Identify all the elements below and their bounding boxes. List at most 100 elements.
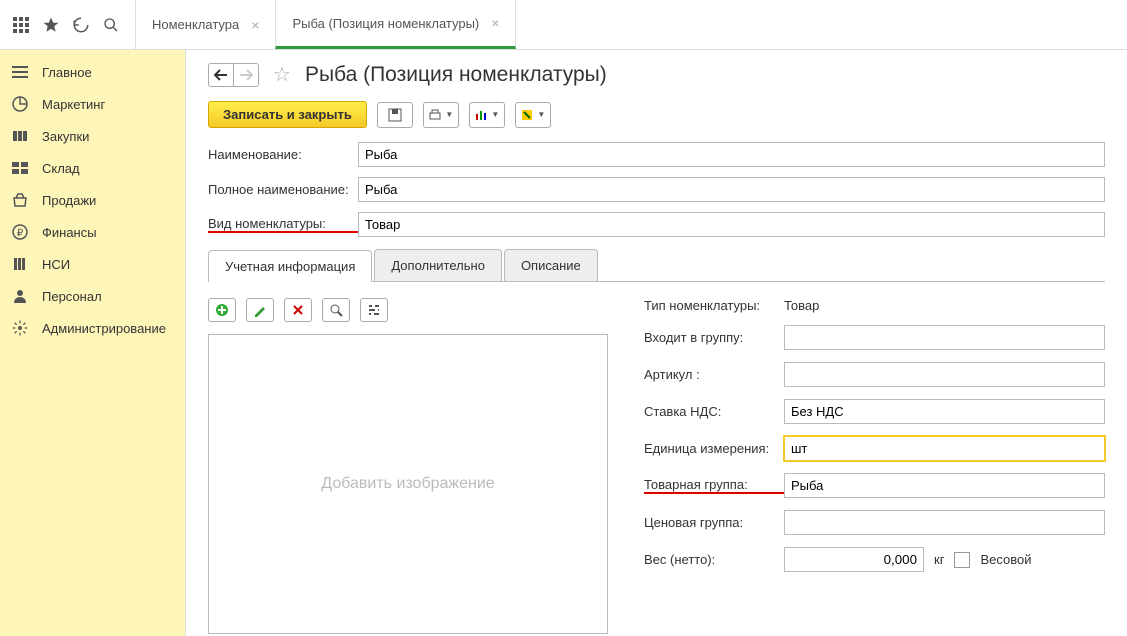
prodgroup-input[interactable]: [784, 473, 1105, 498]
search-icon[interactable]: [96, 10, 126, 40]
prop-row-type: Тип номенклатуры: Товар: [644, 298, 1105, 313]
weight-input[interactable]: [784, 547, 924, 572]
person-icon: [12, 288, 32, 304]
subtab-accounting[interactable]: Учетная информация: [208, 250, 372, 282]
pricegroup-input[interactable]: [784, 510, 1105, 535]
action-bar: Записать и закрыть ▼ ▼ ▼: [208, 101, 1105, 128]
content: ☆ Рыба (Позиция номенклатуры) Записать и…: [186, 50, 1127, 636]
add-button[interactable]: [208, 298, 236, 322]
article-label: Артикул :: [644, 367, 784, 382]
weight-label: Вес (нетто):: [644, 552, 784, 567]
unit-input[interactable]: [784, 436, 1105, 461]
subtab-additional[interactable]: Дополнительно: [374, 249, 502, 281]
article-input[interactable]: [784, 362, 1105, 387]
weight-checkbox[interactable]: [954, 552, 970, 568]
zoom-button[interactable]: [322, 298, 350, 322]
group-input[interactable]: [784, 325, 1105, 350]
vat-input[interactable]: [784, 399, 1105, 424]
sidebar-item-warehouse[interactable]: Склад: [0, 152, 185, 184]
close-icon[interactable]: ×: [251, 17, 259, 33]
kind-label: Вид номенклатуры:: [208, 216, 358, 233]
page-title: Рыба (Позиция номенклатуры): [305, 63, 607, 87]
subtab-description[interactable]: Описание: [504, 249, 598, 281]
basket-icon: [12, 192, 32, 208]
type-value: Товар: [784, 298, 1105, 313]
sidebar-item-label: Администрирование: [42, 321, 166, 336]
form-row-fullname: Полное наименование:: [208, 177, 1105, 202]
tab-label: Номенклатура: [152, 17, 239, 32]
right-panel: Тип номенклатуры: Товар Входит в группу:…: [624, 298, 1105, 634]
history-icon[interactable]: [66, 10, 96, 40]
header-row: ☆ Рыба (Позиция номенклатуры): [208, 62, 1105, 87]
topbar: Номенклатура × Рыба (Позиция номенклатур…: [0, 0, 1127, 50]
sidebar-item-label: НСИ: [42, 257, 70, 272]
prop-row-unit: Единица измерения:: [644, 436, 1105, 461]
sidebar-item-finance[interactable]: ₽ Финансы: [0, 216, 185, 248]
subtabs: Учетная информация Дополнительно Описани…: [208, 249, 1105, 282]
pricegroup-label: Ценовая группа:: [644, 515, 784, 530]
sidebar-item-label: Склад: [42, 161, 80, 176]
grid-icon: [12, 160, 32, 176]
fullname-label: Полное наименование:: [208, 182, 358, 197]
close-icon[interactable]: ×: [491, 15, 499, 31]
mini-toolbar: [208, 298, 624, 322]
prop-row-vat: Ставка НДС:: [644, 399, 1105, 424]
ruble-icon: ₽: [12, 224, 32, 240]
tab-nomenclature[interactable]: Номенклатура ×: [135, 0, 276, 49]
top-tabs: Номенклатура × Рыба (Позиция номенклатур…: [136, 0, 516, 49]
sidebar-item-sales[interactable]: Продажи: [0, 184, 185, 216]
kind-input[interactable]: [358, 212, 1105, 237]
favorite-star-icon[interactable]: ☆: [273, 62, 291, 87]
tab-content: Добавить изображение Тип номенклатуры: Т…: [208, 282, 1105, 634]
apps-icon[interactable]: [6, 10, 36, 40]
gear-icon: [12, 320, 32, 336]
fullname-input[interactable]: [358, 177, 1105, 202]
sidebar-item-personnel[interactable]: Персонал: [0, 280, 185, 312]
sidebar-item-marketing[interactable]: Маркетинг: [0, 88, 185, 120]
form-row-kind: Вид номенклатуры:: [208, 212, 1105, 237]
sidebar-item-label: Маркетинг: [42, 97, 105, 112]
back-button[interactable]: [208, 63, 234, 87]
weight-checkbox-label: Весовой: [980, 552, 1031, 567]
svg-text:₽: ₽: [17, 228, 24, 239]
prop-row-article: Артикул :: [644, 362, 1105, 387]
prop-row-prodgroup: Товарная группа:: [644, 473, 1105, 498]
edit-button[interactable]: [246, 298, 274, 322]
prop-row-weight: Вес (нетто): кг Весовой: [644, 547, 1105, 572]
pie-icon: [12, 96, 32, 112]
tab-label: Рыба (Позиция номенклатуры): [292, 16, 479, 31]
name-input[interactable]: [358, 142, 1105, 167]
report-button[interactable]: ▼: [469, 102, 505, 128]
sidebar-item-label: Закупки: [42, 129, 89, 144]
sidebar-item-label: Финансы: [42, 225, 97, 240]
prop-row-group: Входит в группу:: [644, 325, 1105, 350]
sidebar-item-purchases[interactable]: Закупки: [0, 120, 185, 152]
save-close-button[interactable]: Записать и закрыть: [208, 101, 367, 128]
main: Главное Маркетинг Закупки Склад Продажи …: [0, 50, 1127, 636]
group-label: Входит в группу:: [644, 330, 784, 345]
unit-label: Единица измерения:: [644, 441, 784, 456]
vat-label: Ставка НДС:: [644, 404, 784, 419]
prodgroup-label: Товарная группа:: [644, 477, 784, 494]
sidebar: Главное Маркетинг Закупки Склад Продажи …: [0, 50, 186, 636]
left-panel: Добавить изображение: [208, 298, 624, 634]
name-label: Наименование:: [208, 147, 358, 162]
action-button[interactable]: ▼: [515, 102, 551, 128]
settings-button[interactable]: [360, 298, 388, 322]
print-button[interactable]: ▼: [423, 102, 459, 128]
image-placeholder[interactable]: Добавить изображение: [208, 334, 608, 634]
sidebar-item-nsi[interactable]: НСИ: [0, 248, 185, 280]
sidebar-item-label: Главное: [42, 65, 92, 80]
save-button[interactable]: [377, 102, 413, 128]
form-row-name: Наименование:: [208, 142, 1105, 167]
star-icon[interactable]: [36, 10, 66, 40]
cart-icon: [12, 128, 32, 144]
delete-button[interactable]: [284, 298, 312, 322]
sidebar-item-label: Продажи: [42, 193, 96, 208]
tab-fish[interactable]: Рыба (Позиция номенклатуры) ×: [275, 0, 516, 49]
forward-button[interactable]: [233, 63, 259, 87]
type-label: Тип номенклатуры:: [644, 298, 784, 313]
sidebar-item-main[interactable]: Главное: [0, 56, 185, 88]
sidebar-item-admin[interactable]: Администрирование: [0, 312, 185, 344]
weight-unit: кг: [934, 552, 944, 567]
